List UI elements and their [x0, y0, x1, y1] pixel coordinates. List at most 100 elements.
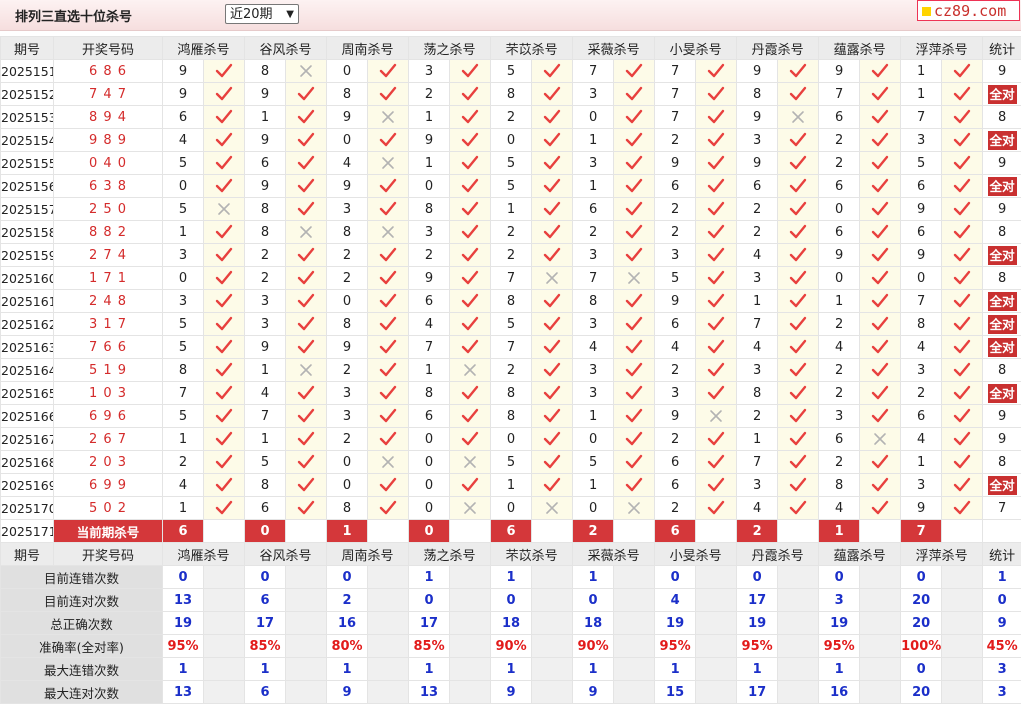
check-icon [625, 339, 643, 355]
result-mark-cell [696, 198, 737, 221]
kill-number-cell: 3 [327, 405, 368, 428]
check-icon [543, 247, 561, 263]
check-icon [543, 339, 561, 355]
result-mark-cell [532, 405, 573, 428]
check-icon [379, 293, 397, 309]
result-mark-cell [696, 221, 737, 244]
result-mark-cell [860, 83, 901, 106]
result-mark-cell [368, 428, 409, 451]
kill-number-cell: 7 [409, 336, 450, 359]
check-icon [707, 63, 725, 79]
kill-number-cell: 3 [901, 474, 942, 497]
check-icon [379, 477, 397, 493]
kill-number-cell: 2 [573, 221, 614, 244]
check-icon [789, 247, 807, 263]
stats-value: 9 [491, 681, 532, 704]
kill-number-cell: 7 [655, 106, 696, 129]
kill-number-cell: 2 [819, 451, 860, 474]
kill-number-cell: 1 [409, 359, 450, 382]
check-icon [625, 155, 643, 171]
check-icon [543, 385, 561, 401]
result-mark-cell [532, 267, 573, 290]
check-icon [297, 477, 315, 493]
table-row: 20251538 9 461912079678 [1, 106, 1021, 129]
kill-number-cell: 5 [245, 451, 286, 474]
table-row: 20251612 4 83306889117全对 [1, 290, 1021, 313]
current-stat-cell [983, 520, 1021, 543]
kill-number-cell: 8 [409, 198, 450, 221]
result-mark-cell [450, 83, 491, 106]
kill-number-cell: 6 [655, 313, 696, 336]
current-blank-cell [450, 520, 491, 543]
result-mark-cell [942, 244, 983, 267]
result-mark-cell [696, 428, 737, 451]
result-mark-cell [286, 313, 327, 336]
check-icon [543, 224, 561, 240]
check-icon [707, 293, 725, 309]
kill-number-cell: 1 [573, 175, 614, 198]
result-mark-cell [286, 428, 327, 451]
result-mark-cell [204, 60, 245, 83]
result-mark-cell [860, 428, 901, 451]
win-number-cell: 2 7 4 [54, 244, 163, 267]
current-kill-cell: 6 [491, 520, 532, 543]
result-mark-cell [942, 474, 983, 497]
col-header-issue: 期号 [1, 37, 54, 60]
check-icon [379, 362, 397, 378]
table-row: 20251645 1 981212323238 [1, 359, 1021, 382]
col-header-expert: 小旻杀号 [655, 37, 737, 60]
result-mark-cell [204, 175, 245, 198]
result-mark-cell [860, 497, 901, 520]
result-mark-cell [286, 267, 327, 290]
kill-number-cell: 9 [655, 290, 696, 313]
result-mark-cell [204, 497, 245, 520]
check-icon [789, 270, 807, 286]
col-header-expert: 浮萍杀号 [901, 543, 983, 566]
result-mark-cell [860, 290, 901, 313]
stats-gap [450, 635, 491, 658]
result-mark-cell [532, 451, 573, 474]
result-mark-cell [450, 129, 491, 152]
result-mark-cell [286, 83, 327, 106]
current-period-row: 2025171当前期杀号6010626217 [1, 520, 1021, 543]
stats-value: 0 [737, 566, 778, 589]
kill-number-cell: 2 [737, 198, 778, 221]
col-header-expert: 荡之杀号 [409, 543, 491, 566]
stats-gap [778, 566, 819, 589]
kill-number-cell: 1 [491, 198, 532, 221]
check-icon [707, 109, 725, 125]
result-mark-cell [368, 474, 409, 497]
result-mark-cell [778, 244, 819, 267]
check-icon [379, 63, 397, 79]
issue-cell: 2025156 [1, 175, 54, 198]
kill-number-cell: 9 [655, 152, 696, 175]
kill-number-cell: 2 [819, 382, 860, 405]
period-select[interactable]: 近20期 ▼ [225, 4, 299, 24]
cross-icon [381, 455, 395, 469]
stats-gap [532, 635, 573, 658]
check-icon [953, 477, 971, 493]
kill-number-cell: 1 [901, 451, 942, 474]
kill-number-cell: 4 [245, 382, 286, 405]
stats-value: 13 [163, 681, 204, 704]
result-mark-cell [286, 336, 327, 359]
kill-number-cell: 8 [901, 313, 942, 336]
result-mark-cell [204, 83, 245, 106]
check-icon [379, 178, 397, 194]
check-icon [297, 454, 315, 470]
current-blank-cell [204, 520, 245, 543]
kill-number-cell: 9 [655, 405, 696, 428]
result-mark-cell [942, 175, 983, 198]
kill-number-cell: 3 [573, 359, 614, 382]
site-logo[interactable]: cz89.com [917, 0, 1020, 21]
result-mark-cell [368, 175, 409, 198]
check-icon [953, 201, 971, 217]
result-mark-cell [286, 60, 327, 83]
result-mark-cell [450, 405, 491, 428]
result-mark-cell [286, 244, 327, 267]
check-icon [215, 63, 233, 79]
stats-value: 16 [327, 612, 368, 635]
stats-gap [696, 589, 737, 612]
win-number-cell: 7 6 6 [54, 336, 163, 359]
stats-value: 0 [245, 566, 286, 589]
